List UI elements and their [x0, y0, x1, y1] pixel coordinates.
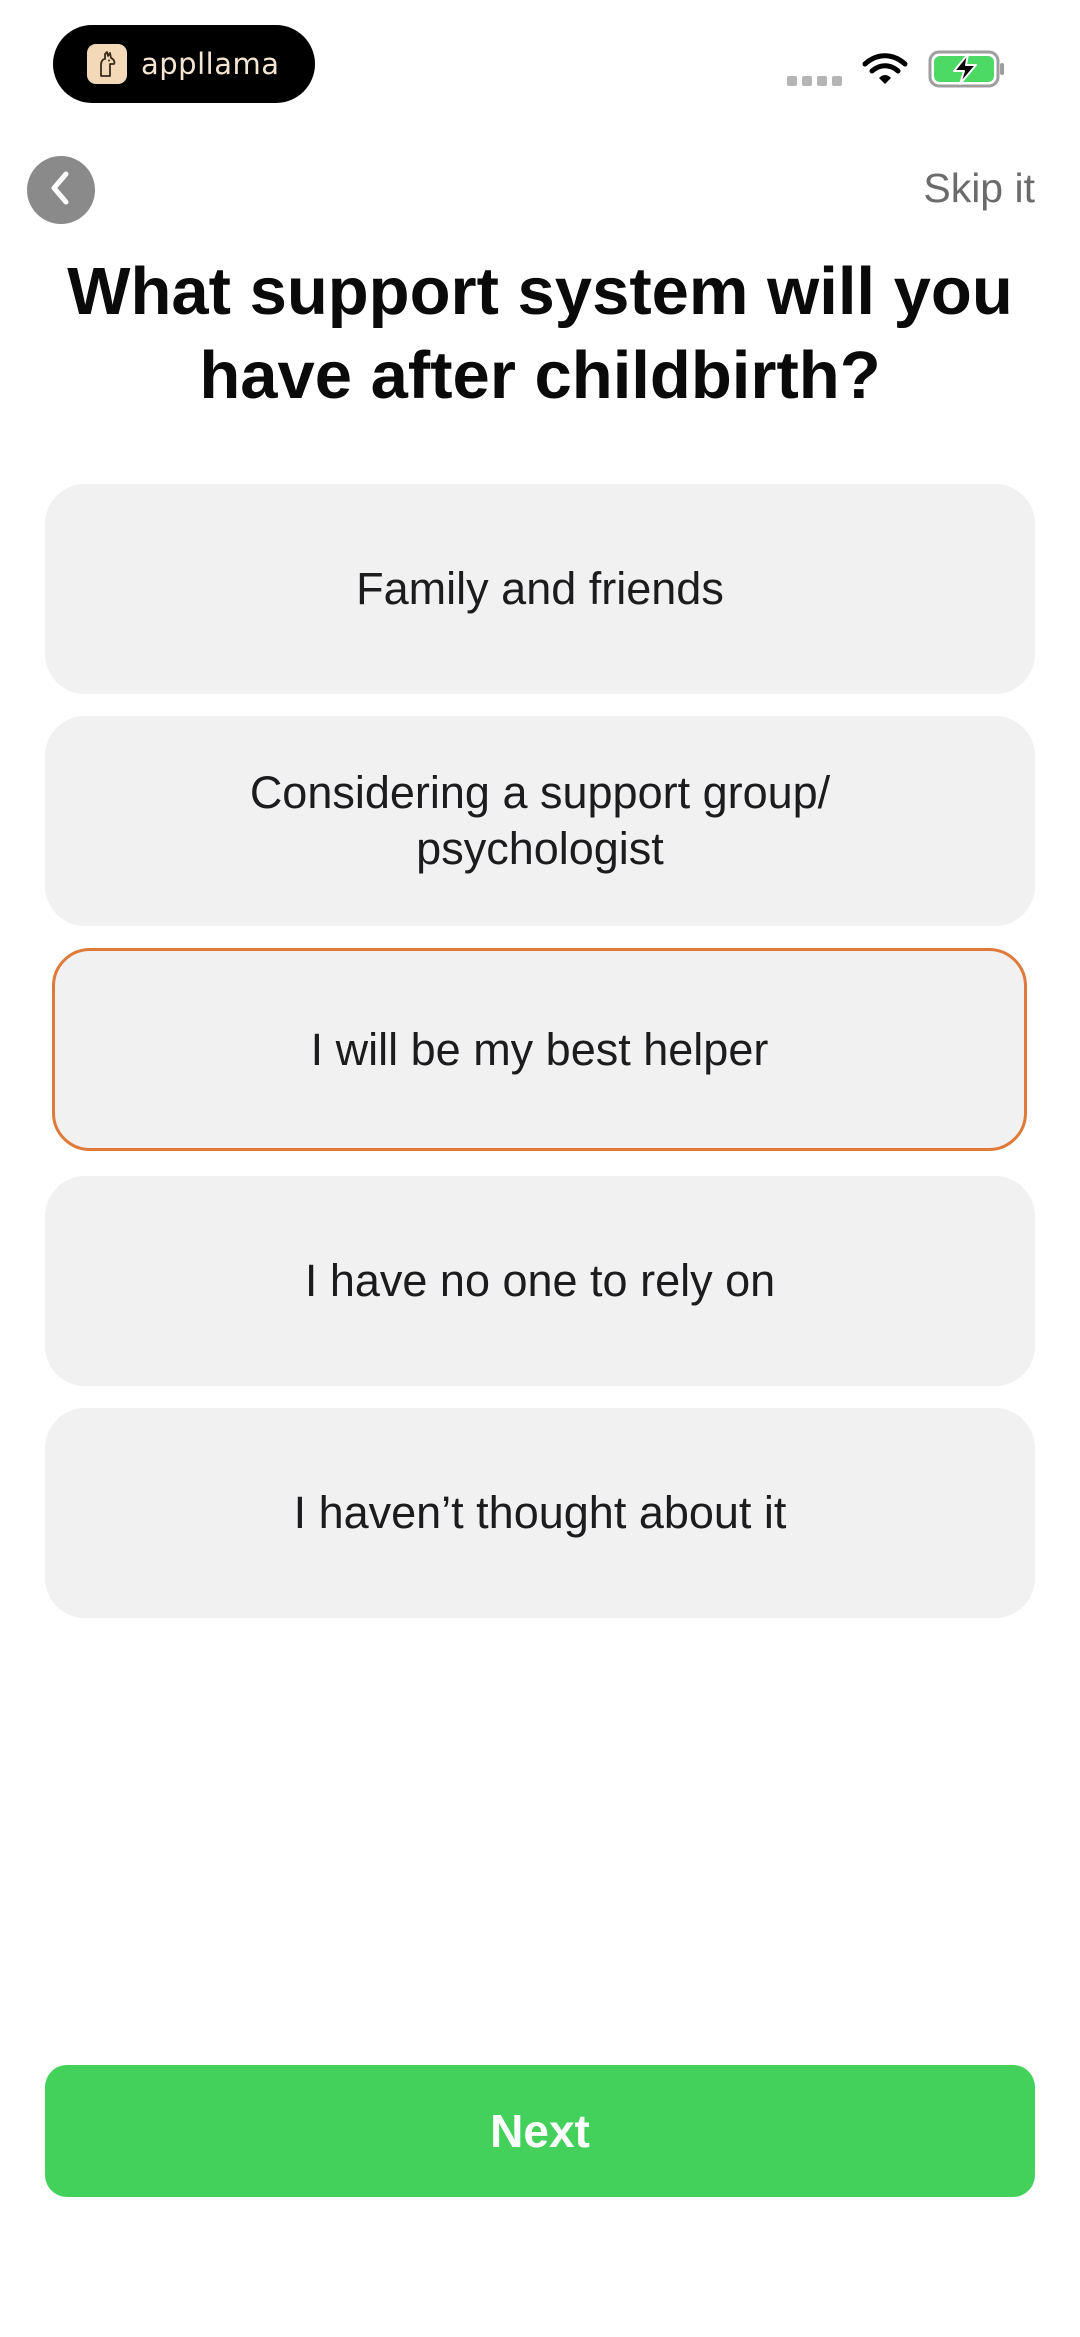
option-family-and-friends[interactable]: Family and friends — [45, 484, 1035, 694]
status-indicators — [787, 50, 1006, 93]
option-havent-thought[interactable]: I haven’t thought about it — [45, 1408, 1035, 1618]
back-button[interactable] — [27, 156, 95, 224]
llama-logo-icon — [87, 44, 127, 84]
signal-dots-icon — [787, 75, 842, 86]
option-support-group[interactable]: Considering a support group/ psychologis… — [45, 716, 1035, 926]
wifi-icon — [862, 52, 908, 91]
app-brand-pill: appllama — [53, 25, 315, 103]
option-best-helper[interactable]: I will be my best helper — [52, 948, 1027, 1151]
option-no-one[interactable]: I have no one to rely on — [45, 1176, 1035, 1386]
battery-charging-icon — [928, 50, 1006, 93]
answer-options: Family and friends Considering a support… — [45, 484, 1035, 1640]
chevron-left-icon — [46, 170, 76, 211]
question-title: What support system will you have after … — [67, 254, 1013, 413]
skip-button[interactable]: Skip it — [923, 165, 1035, 212]
next-button[interactable]: Next — [45, 2065, 1035, 2197]
brand-name: appllama — [141, 47, 280, 81]
